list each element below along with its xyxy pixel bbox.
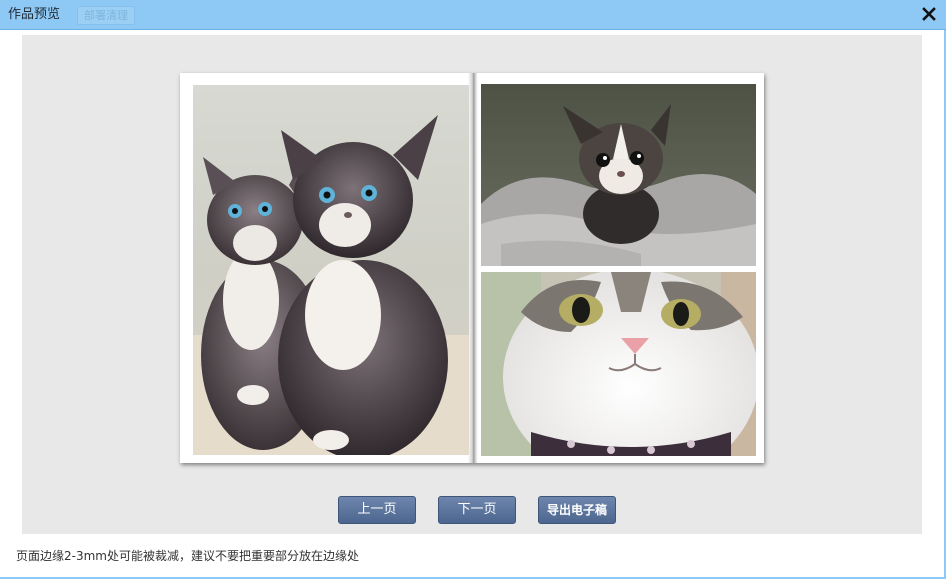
next-page-button[interactable]: 下一页 (438, 496, 516, 524)
photo-book-spread (180, 73, 764, 463)
book-spine (468, 73, 478, 463)
ghost-button[interactable]: 部署清理 (77, 6, 135, 25)
title-bar: 作品预览 部署清理 (0, 0, 946, 30)
margin-warning-note: 页面边缘2-3mm处可能被裁减，建议不要把重要部分放在边缘处 (16, 549, 359, 563)
photo-cat-closeup (481, 272, 756, 456)
photo-two-kittens (193, 85, 469, 455)
close-icon[interactable] (922, 7, 936, 21)
photo-kitten-in-blanket (481, 84, 756, 266)
export-ebook-button[interactable]: 导出电子稿 (538, 496, 616, 524)
preview-area: 上一页 下一页 导出电子稿 (22, 35, 922, 534)
prev-page-button[interactable]: 上一页 (338, 496, 416, 524)
window-title: 作品预览 (8, 7, 61, 22)
